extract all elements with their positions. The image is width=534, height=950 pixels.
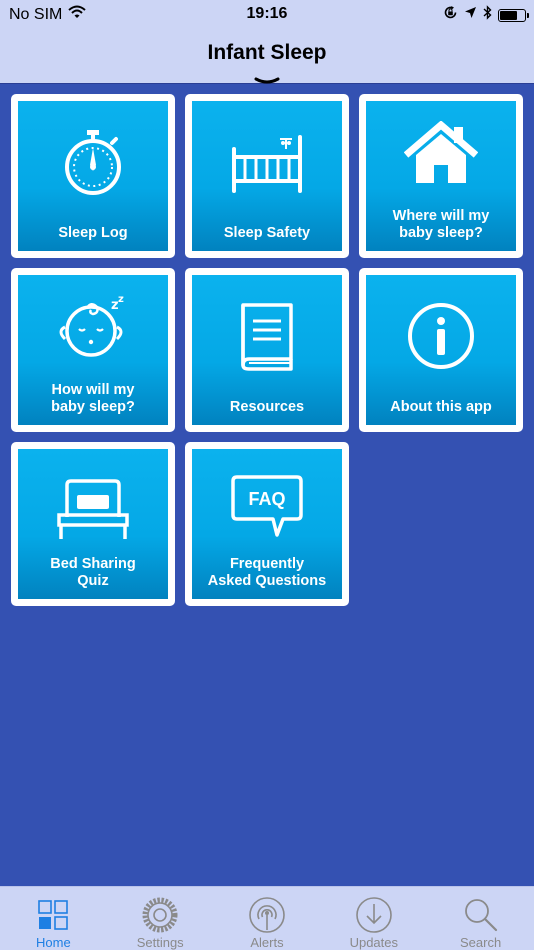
tile-background: About this app — [366, 275, 516, 425]
bluetooth-icon — [483, 5, 492, 25]
gear-icon — [141, 895, 179, 934]
house-icon — [366, 115, 516, 193]
tile-label: About this app — [390, 399, 492, 415]
orientation-lock-icon — [443, 5, 458, 25]
faq-icon-text: FAQ — [248, 489, 285, 509]
tab-updates[interactable]: Updates — [320, 887, 427, 950]
tile-background: Where will my baby sleep? — [366, 101, 516, 251]
tile-label: Bed Sharing Quiz — [50, 556, 136, 589]
page-title: Infant Sleep — [207, 41, 327, 64]
svg-text:z: z — [118, 294, 124, 305]
battery-level-fill — [500, 10, 518, 20]
tile-label: Where will my baby sleep? — [392, 208, 490, 241]
tile-how-will-my-baby-sleep[interactable]: z z How will my baby sleep? — [11, 268, 175, 432]
pull-down-handle-icon[interactable] — [254, 72, 280, 90]
tile-bed-sharing-quiz[interactable]: Bed Sharing Quiz — [11, 442, 175, 606]
tab-settings[interactable]: Settings — [107, 887, 214, 950]
tab-home[interactable]: Home — [0, 887, 107, 950]
tile-label: Frequently Asked Questions — [207, 556, 327, 589]
download-icon — [355, 895, 393, 934]
tile-label: Sleep Log — [58, 225, 128, 241]
home-grid-icon — [37, 895, 69, 934]
book-icon — [192, 297, 342, 375]
tile-resources[interactable]: Resources — [185, 268, 349, 432]
tile-about-this-app[interactable]: About this app — [359, 268, 523, 432]
stopwatch-icon — [18, 123, 168, 201]
sleeping-baby-icon: z z — [18, 287, 168, 365]
tile-where-will-my-baby-sleep[interactable]: Where will my baby sleep? — [359, 94, 523, 258]
battery-icon — [498, 8, 529, 22]
status-right — [443, 5, 529, 25]
tile-frequently-asked-questions[interactable]: FAQ Frequently Asked Questions — [185, 442, 349, 606]
tab-label: Settings — [136, 935, 184, 950]
tab-bar: Home Settings Alerts Updates Search — [0, 886, 534, 950]
battery-nub — [527, 12, 529, 18]
tile-background: Sleep Log — [18, 101, 168, 251]
tile-background: Sleep Safety — [192, 101, 342, 251]
navigation-header: No SIM 19:16 Infant Sleep — [0, 0, 534, 84]
tab-label: Home — [36, 935, 71, 950]
broadcast-icon — [248, 895, 286, 934]
tab-alerts[interactable]: Alerts — [214, 887, 321, 950]
search-icon — [462, 895, 500, 934]
tab-search[interactable]: Search — [427, 887, 534, 950]
bed-icon — [18, 471, 168, 549]
status-bar: No SIM 19:16 — [0, 0, 534, 28]
tile-background: Resources — [192, 275, 342, 425]
location-arrow-icon — [464, 6, 477, 24]
tab-label: Search — [459, 935, 502, 950]
info-icon — [366, 297, 516, 375]
tile-sleep-log[interactable]: Sleep Log — [11, 94, 175, 258]
crib-icon — [192, 123, 342, 201]
tile-background: Bed Sharing Quiz — [18, 449, 168, 599]
tile-label: How will my baby sleep? — [51, 382, 135, 415]
tab-label: Updates — [349, 935, 398, 950]
tile-background: FAQ Frequently Asked Questions — [192, 449, 342, 599]
tile-label: Resources — [229, 399, 305, 415]
tile-label: Sleep Safety — [223, 225, 311, 241]
faq-bubble-icon: FAQ — [192, 467, 342, 545]
tile-sleep-safety[interactable]: Sleep Safety — [185, 94, 349, 258]
tile-background: z z How will my baby sleep? — [18, 275, 168, 425]
tab-label: Alerts — [250, 935, 284, 950]
